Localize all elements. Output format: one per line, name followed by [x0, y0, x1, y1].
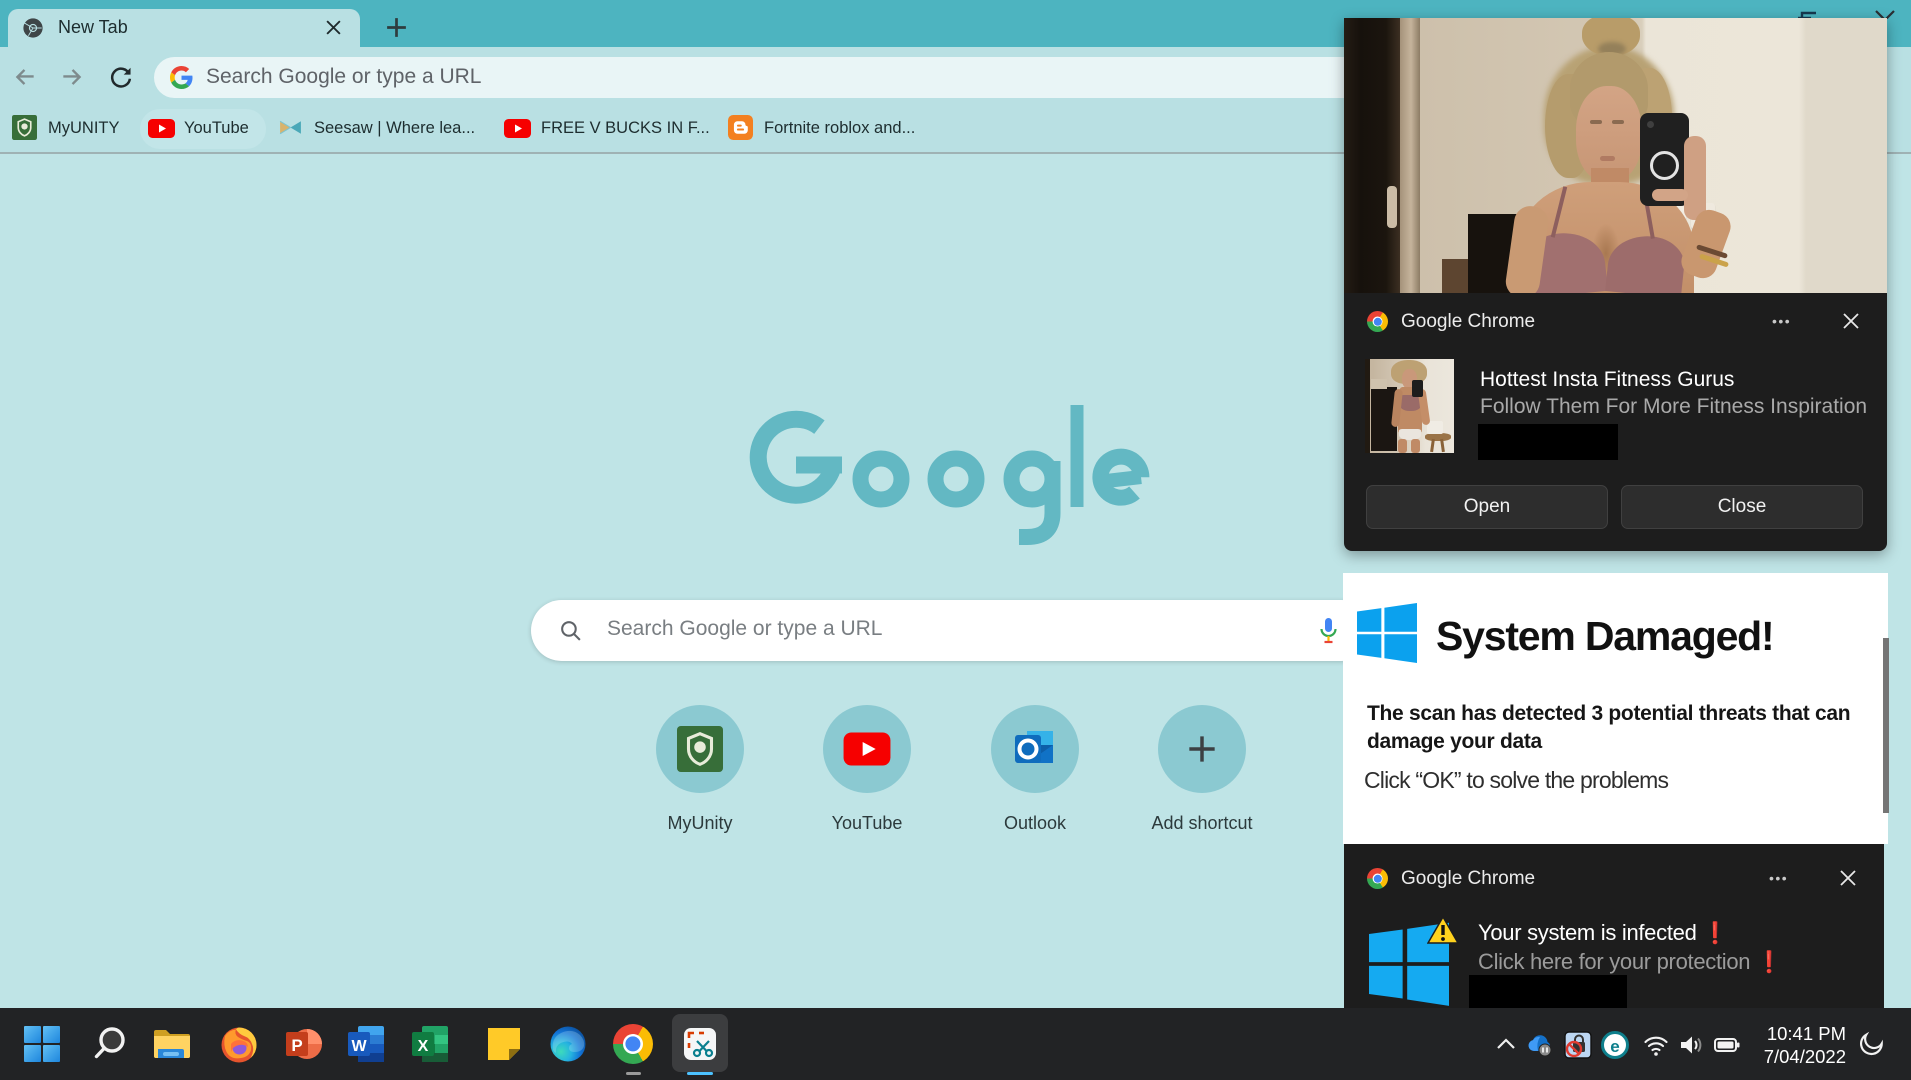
svg-text:X: X	[418, 1038, 429, 1055]
svg-text:W: W	[351, 1038, 367, 1055]
svg-text:P: P	[291, 1036, 302, 1055]
svg-text:e: e	[1610, 1037, 1619, 1056]
